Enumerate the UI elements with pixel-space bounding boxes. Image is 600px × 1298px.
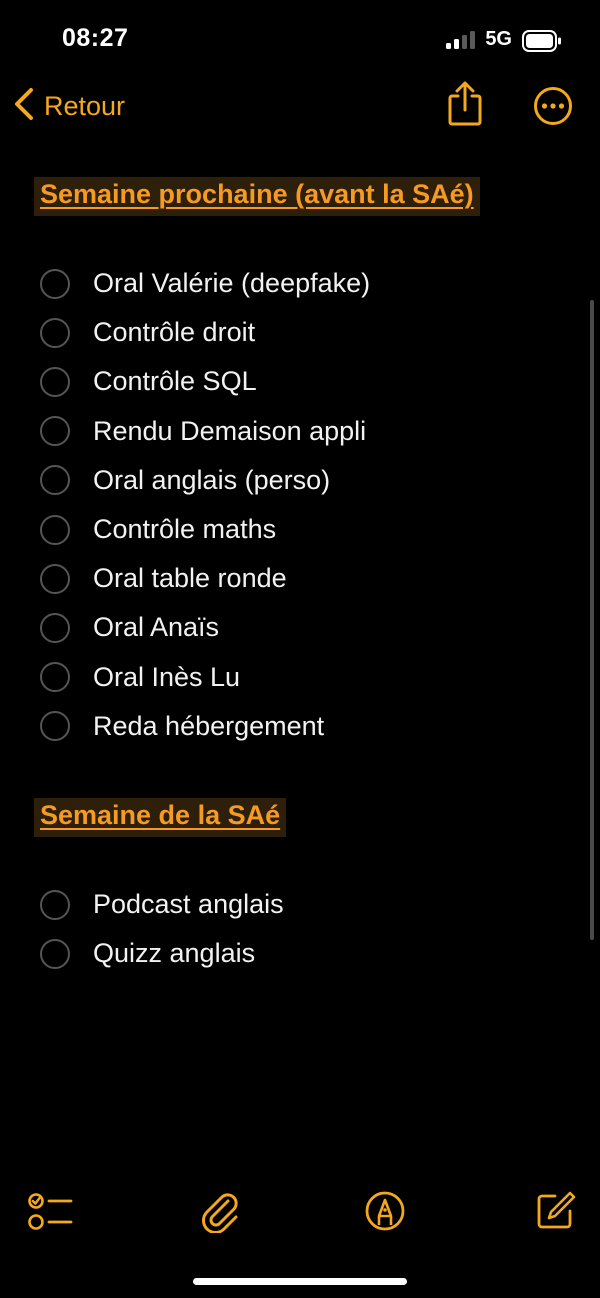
checklist-item: Podcast anglais [0,880,600,929]
bottom-toolbar [0,1185,600,1245]
checklist-item: Oral Valérie (deepfake) [0,259,600,308]
navigation-bar: Retour [0,78,600,134]
checklist-item-text[interactable]: Reda hébergement [93,711,324,742]
checkbox-circle[interactable] [40,465,70,496]
checkbox-circle[interactable] [40,938,70,969]
battery-icon [522,29,561,52]
checkbox-circle[interactable] [40,662,70,693]
checklist-item: Reda hébergement [0,702,600,751]
checklist-item-text[interactable]: Quizz anglais [93,938,255,969]
checklist-item-text[interactable]: Contrôle SQL [93,366,257,397]
checklist-item: Quizz anglais [0,929,600,978]
checkbox-circle[interactable] [40,889,70,920]
checkbox-circle[interactable] [40,366,70,397]
checkbox-circle[interactable] [40,711,70,742]
section-heading-next-week: Semaine prochaine (avant la SAé) [34,177,480,216]
status-indicators: 5G [446,28,561,52]
checklist-item-text[interactable]: Oral Valérie (deepfake) [93,268,370,299]
back-button[interactable]: Retour [12,86,125,127]
paperclip-icon[interactable] [194,1185,246,1237]
checkbox-circle[interactable] [40,563,70,594]
checklist-item-text[interactable]: Podcast anglais [93,889,284,920]
ellipsis-circle-icon[interactable] [533,86,573,131]
checklist-next-week: Oral Valérie (deepfake) Contrôle droit C… [0,259,600,751]
cellular-signal-icon [446,30,476,49]
checklist-item: Contrôle SQL [0,357,600,406]
status-time: 08:27 [62,24,129,52]
section-heading-sae-week: Semaine de la SAé [34,798,287,837]
home-indicator[interactable] [193,1278,407,1285]
checklist-item-text[interactable]: Oral Anaïs [93,612,219,643]
checklist-item: Oral Anaïs [0,603,600,652]
checklist-item: Oral Inès Lu [0,653,600,702]
checklist-item-text[interactable]: Contrôle maths [93,514,276,545]
checklist-item-text[interactable]: Oral table ronde [93,563,287,594]
checklist-item-text[interactable]: Rendu Demaison appli [93,416,366,447]
checkbox-circle[interactable] [40,514,70,545]
checklist-item: Contrôle maths [0,505,600,554]
checklist-item-text[interactable]: Contrôle droit [93,317,255,348]
checklist-item-text[interactable]: Oral Inès Lu [93,662,240,693]
checkbox-circle[interactable] [40,317,70,348]
scroll-indicator[interactable] [590,300,594,940]
checklist-item: Oral table ronde [0,554,600,603]
checklist-item: Contrôle droit [0,308,600,357]
checklist-item: Rendu Demaison appli [0,407,600,456]
checklist-item: Oral anglais (perso) [0,456,600,505]
share-icon[interactable] [446,80,484,133]
checkbox-circle[interactable] [40,268,70,299]
checklist-item-text[interactable]: Oral anglais (perso) [93,465,330,496]
checklist-icon[interactable] [24,1185,76,1237]
checkbox-circle[interactable] [40,612,70,643]
chevron-left-icon [12,86,36,127]
checklist-sae-week: Podcast anglais Quizz anglais [0,880,600,978]
compose-icon[interactable] [529,1185,581,1237]
checkbox-circle[interactable] [40,416,70,447]
network-type: 5G [485,28,512,50]
markup-pen-icon[interactable] [359,1185,411,1237]
status-bar: 08:27 5G [0,0,600,80]
back-label: Retour [44,91,126,121]
